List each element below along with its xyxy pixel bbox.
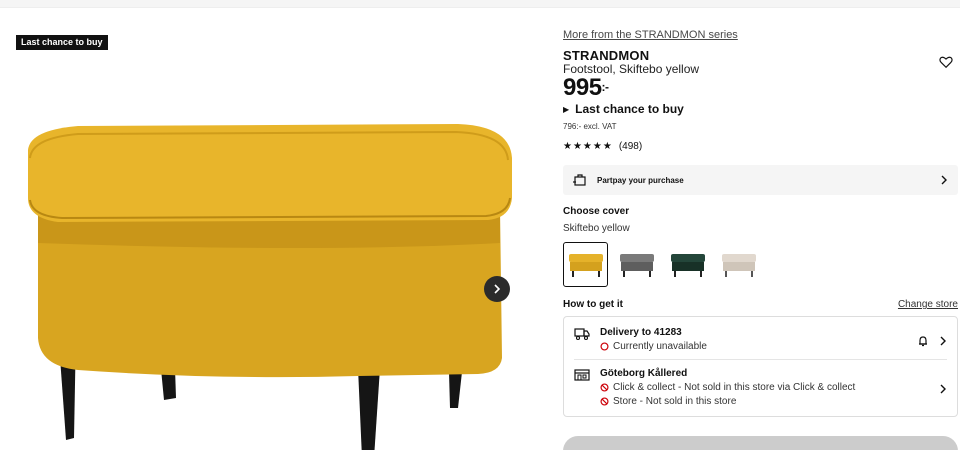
store-status-text: Store - Not sold in this store [613, 396, 737, 407]
truck-icon [574, 328, 590, 341]
availability-box: Delivery to 41283 Currently unavailable [563, 316, 958, 417]
bell-icon[interactable] [917, 335, 929, 347]
click-collect-text: Click & collect - Not sold in this store… [613, 382, 856, 393]
store-icon [574, 369, 590, 381]
product-gallery: Last chance to buy [0, 8, 530, 450]
vat-price: 796:- excl. VAT [563, 122, 617, 131]
how-to-get-heading: How to get it [563, 299, 623, 310]
add-to-bag-button[interactable] [563, 436, 958, 450]
footstool-thumb [568, 253, 603, 277]
partpay-button[interactable]: Partpay your purchase [563, 165, 958, 195]
partpay-label: Partpay your purchase [597, 175, 684, 185]
store-status: Store - Not sold in this store [600, 396, 939, 407]
product-name: STRANDMON [563, 48, 650, 63]
unavailable-circle-icon [600, 342, 609, 351]
chevron-right-icon [494, 284, 501, 294]
change-store-link[interactable]: Change store [898, 299, 958, 310]
price-suffix: :- [601, 80, 610, 94]
divider [574, 359, 947, 360]
review-count: (498) [618, 141, 643, 152]
gallery-next-button[interactable] [484, 276, 510, 302]
star-icons: ★★★★★ [563, 141, 613, 152]
product-image [28, 124, 512, 450]
last-chance-badge: Last chance to buy [16, 35, 108, 50]
delivery-status-text: Currently unavailable [613, 341, 707, 352]
footstool-thumb [670, 253, 705, 277]
not-available-icon [600, 397, 609, 406]
swatch-yellow[interactable] [563, 242, 608, 287]
footstool-thumb [619, 253, 654, 277]
not-available-icon [600, 383, 609, 392]
triangle-right-icon: ▶ [563, 104, 570, 114]
delivery-row[interactable]: Delivery to 41283 Currently unavailable [574, 327, 947, 355]
price-main: 995 [563, 74, 602, 101]
swatch-green[interactable] [665, 242, 710, 287]
store-row[interactable]: Göteborg Kållered Click & collect - Not … [574, 368, 947, 410]
product-info: More from the STRANDMON series STRANDMON… [563, 0, 958, 450]
chevron-right-icon [940, 384, 946, 394]
series-link[interactable]: More from the STRANDMON series [563, 29, 738, 41]
last-chance-label: Last chance to buy [575, 102, 684, 116]
payment-icon [573, 174, 586, 186]
chevron-right-icon [940, 336, 946, 346]
price: 995:- [563, 74, 609, 102]
store-title: Göteborg Kållered [600, 368, 688, 379]
last-chance-toggle[interactable]: ▶ Last chance to buy [563, 102, 684, 116]
click-collect-status: Click & collect - Not sold in this store… [600, 382, 939, 393]
selected-cover: Skiftebo yellow [563, 223, 630, 234]
cover-swatches [563, 242, 761, 287]
heart-icon[interactable] [939, 55, 953, 69]
delivery-status: Currently unavailable [600, 341, 917, 352]
swatch-grey[interactable] [614, 242, 659, 287]
delivery-title: Delivery to 41283 [600, 327, 682, 338]
rating[interactable]: ★★★★★ (498) [563, 141, 642, 152]
swatch-beige[interactable] [716, 242, 761, 287]
chevron-right-icon [941, 175, 947, 185]
footstool-thumb [721, 253, 756, 277]
choose-cover-heading: Choose cover [563, 206, 630, 217]
